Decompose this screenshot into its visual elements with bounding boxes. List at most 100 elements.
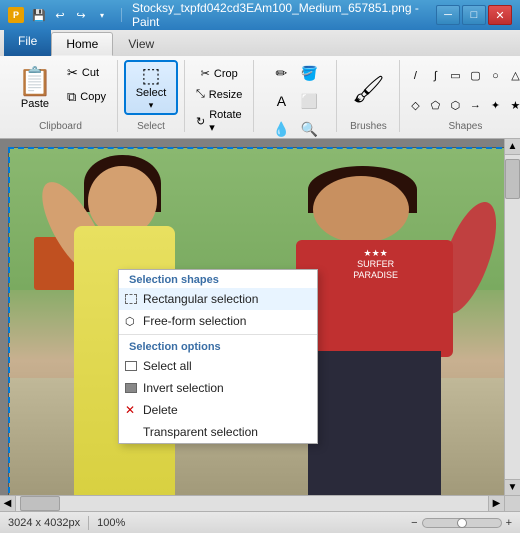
- window-controls: ─ □ ✕: [436, 5, 512, 25]
- invert-selection-icon: [125, 383, 137, 393]
- maximize-button[interactable]: □: [462, 5, 486, 25]
- resize-label: Resize: [209, 89, 243, 101]
- crop-button[interactable]: ✂ Crop: [196, 64, 243, 83]
- cut-label: Cut: [82, 67, 99, 79]
- select-all-icon: [125, 361, 137, 371]
- menu-item-select-all[interactable]: Select all: [119, 355, 317, 377]
- resize-icon: ⤡: [196, 88, 205, 101]
- scroll-right-button[interactable]: ▶: [488, 496, 504, 511]
- rotate-button[interactable]: ↻ Rotate ▾: [191, 106, 247, 137]
- shapes-group-content: / ∫ ▭ ▢ ○ △ ◇ ⬠ ⬡ → ✦ ★: [406, 60, 520, 119]
- file-menu-button[interactable]: File: [4, 30, 51, 56]
- crop-label: Crop: [214, 68, 238, 80]
- clipboard-label: Clipboard: [39, 121, 82, 132]
- select-button[interactable]: ⬚ Select ▾: [124, 60, 178, 115]
- cut-button[interactable]: ✂ Cut: [62, 62, 111, 84]
- shape-arrow[interactable]: →: [466, 96, 484, 114]
- clipboard-right: ✂ Cut ⧉ Copy: [62, 60, 111, 108]
- dropdown-arrow-icon[interactable]: ▾: [93, 6, 111, 24]
- copy-label: Copy: [80, 91, 106, 103]
- menu-item-delete[interactable]: ✕ Delete: [119, 399, 317, 421]
- select-dropdown-arrow-icon: ▾: [149, 100, 154, 111]
- rotate-icon: ↻: [196, 115, 205, 128]
- redo-button[interactable]: ↪: [72, 6, 90, 24]
- close-button[interactable]: ✕: [488, 5, 512, 25]
- shape-triangle[interactable]: △: [506, 67, 520, 85]
- rectangular-label: Rectangular selection: [143, 292, 258, 306]
- select-all-label: Select all: [143, 359, 192, 373]
- status-dimensions: 3024 x 4032px: [8, 517, 80, 529]
- brushes-button[interactable]: 🖌: [343, 65, 393, 115]
- shapes-label: Shapes: [448, 121, 482, 132]
- status-zoom: 100%: [97, 517, 125, 529]
- delete-label: Delete: [143, 403, 178, 417]
- shape-curve[interactable]: ∫: [426, 67, 444, 85]
- figure-right-pants: [308, 351, 441, 502]
- scrollbar-horizontal[interactable]: ◀ ▶: [0, 495, 504, 511]
- invert-label: Invert selection: [143, 381, 224, 395]
- status-bar: 3024 x 4032px 100% − +: [0, 511, 520, 533]
- shape-rect[interactable]: ▭: [446, 67, 464, 85]
- freeform-label: Free-form selection: [143, 314, 246, 328]
- brushes-label: Brushes: [350, 121, 387, 132]
- zoom-out-button[interactable]: −: [411, 517, 417, 529]
- ribbon: File Home View 📋 Paste ✂ Cut ⧉ Copy: [0, 30, 520, 139]
- menu-separator-1: [119, 334, 317, 335]
- shape-roundrect[interactable]: ▢: [466, 67, 484, 85]
- menu-item-transparent[interactable]: Transparent selection: [119, 421, 317, 443]
- zoom-thumb[interactable]: [457, 518, 467, 528]
- pencil-tool[interactable]: ✏: [268, 60, 294, 86]
- selection-shapes-header: Selection shapes: [119, 270, 317, 288]
- clipboard-group: 📋 Paste ✂ Cut ⧉ Copy Clipboard: [4, 60, 118, 132]
- fill-tool[interactable]: 🪣: [296, 60, 322, 86]
- shape-star5[interactable]: ★: [506, 96, 520, 114]
- select-group-label: Select: [137, 121, 165, 132]
- menu-item-invert[interactable]: Invert selection: [119, 377, 317, 399]
- ribbon-tabs: File Home View: [0, 30, 520, 56]
- scroll-thumb-horizontal[interactable]: [20, 496, 60, 511]
- save-button[interactable]: 💾: [30, 6, 48, 24]
- scroll-up-button[interactable]: ▲: [505, 139, 520, 155]
- paste-label: Paste: [21, 98, 49, 110]
- crop-icon: ✂: [201, 67, 210, 80]
- minimize-button[interactable]: ─: [436, 5, 460, 25]
- copy-button[interactable]: ⧉ Copy: [62, 86, 111, 108]
- window-title: Stocksy_txpfd042cd3EAm100_Medium_657851.…: [132, 1, 430, 29]
- status-separator: [88, 516, 89, 530]
- shape-hexagon[interactable]: ⬡: [446, 96, 464, 114]
- cut-icon: ✂: [67, 65, 78, 81]
- shape-diamond[interactable]: ◇: [406, 96, 424, 114]
- scroll-corner: [505, 495, 520, 511]
- scroll-left-button[interactable]: ◀: [0, 496, 16, 511]
- zoom-in-button[interactable]: +: [506, 517, 512, 529]
- shape-pentagon[interactable]: ⬠: [426, 96, 444, 114]
- scrollbar-vertical[interactable]: ▲ ▼: [504, 139, 520, 511]
- scroll-down-button[interactable]: ▼: [505, 479, 520, 495]
- tab-home[interactable]: Home: [51, 32, 113, 56]
- brushes-group-content: 🖌: [343, 60, 393, 119]
- shape-ellipse[interactable]: ○: [486, 67, 504, 85]
- zoom-controls: − +: [411, 517, 512, 529]
- shape-line[interactable]: /: [406, 67, 424, 85]
- menu-item-rectangular[interactable]: Rectangular selection: [119, 288, 317, 310]
- rectangular-selection-icon: [125, 294, 137, 304]
- menu-item-freeform[interactable]: ⬡ Free-form selection: [119, 310, 317, 332]
- paste-button[interactable]: 📋 Paste: [10, 60, 60, 118]
- image-group-content: ✂ Crop ⤡ Resize ↻ Rotate ▾: [191, 60, 247, 137]
- copy-icon: ⧉: [67, 89, 76, 105]
- rotate-label: Rotate ▾: [209, 109, 242, 134]
- tab-view[interactable]: View: [113, 32, 169, 56]
- shapes-group: / ∫ ▭ ▢ ○ △ ◇ ⬠ ⬡ → ✦ ★ Shapes: [400, 60, 520, 132]
- undo-button[interactable]: ↩: [51, 6, 69, 24]
- resize-button[interactable]: ⤡ Resize: [191, 85, 247, 104]
- select-group: ⬚ Select ▾ Select: [118, 60, 185, 132]
- eraser-tool[interactable]: ⬜: [296, 88, 322, 114]
- shape-star4[interactable]: ✦: [486, 96, 504, 114]
- app-icon: P: [8, 7, 24, 23]
- selection-options-header: Selection options: [119, 337, 317, 355]
- scroll-thumb-vertical[interactable]: [505, 159, 520, 199]
- ribbon-content: 📋 Paste ✂ Cut ⧉ Copy Clipboard: [0, 56, 520, 138]
- text-tool[interactable]: A: [268, 88, 294, 114]
- zoom-slider[interactable]: [422, 518, 502, 528]
- tools-group: ✏ 🪣 A ⬜ 💧 🔍 Tools: [254, 60, 337, 132]
